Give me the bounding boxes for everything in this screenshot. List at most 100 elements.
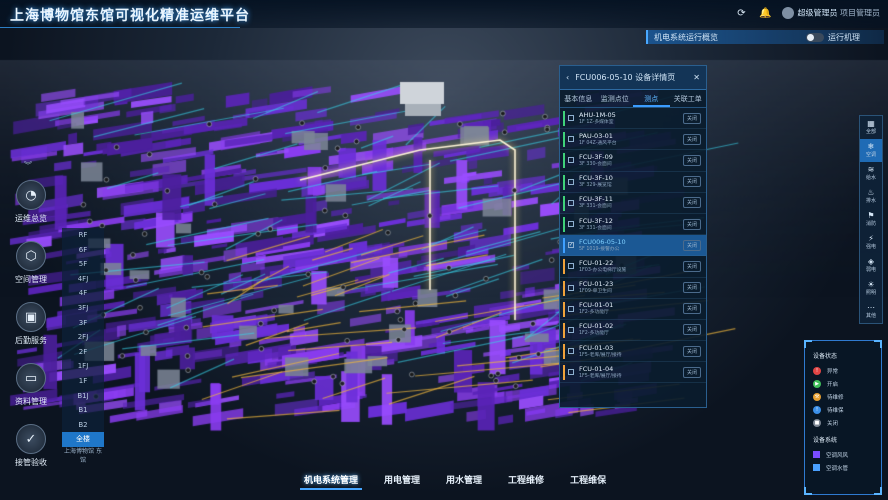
device-status-button[interactable]: 关闭 — [682, 345, 701, 357]
checkbox[interactable] — [568, 305, 574, 312]
floor-button[interactable]: 4FJ — [62, 272, 104, 287]
floor-button[interactable]: 5F — [62, 257, 104, 272]
nav-item-3[interactable]: ▣ 后勤服务 — [6, 302, 56, 346]
device-status-button[interactable]: 关闭 — [682, 260, 701, 272]
device-status-button[interactable]: 关闭 — [682, 112, 701, 124]
filter-label: 全部 — [865, 129, 876, 135]
avatar — [782, 7, 795, 19]
nav-item-1[interactable]: ◔ 运维总览 — [6, 180, 56, 224]
floor-button[interactable]: 1FJ — [62, 359, 104, 374]
floor-button[interactable]: 4F — [62, 286, 104, 301]
checkbox[interactable] — [568, 221, 574, 228]
bottom-tab-5[interactable]: 工程维保 — [566, 471, 610, 490]
bim-3d-view[interactable] — [0, 0, 888, 500]
device-status-button[interactable]: 关闭 — [682, 282, 701, 294]
device-row[interactable]: PAU-03-01 1F 04Z-通风平台 关闭 — [560, 129, 706, 151]
device-status-button[interactable]: 关闭 — [682, 176, 701, 188]
nav-item-4[interactable]: ▭ 资料管理 — [6, 363, 56, 407]
back-chevron-icon[interactable]: ‹ — [566, 73, 569, 82]
floor-button[interactable]: 6F — [62, 243, 104, 258]
filter-4[interactable]: ♨ 排水 — [860, 185, 882, 208]
device-status-button[interactable]: 关闭 — [682, 154, 701, 166]
collapse-chevron-icon[interactable]: ︾ — [24, 160, 32, 171]
device-row[interactable]: FCU-3F-09 3F 330-会面间 关闭 — [560, 150, 706, 172]
filter-6[interactable]: ⚡ 强电 — [860, 231, 882, 254]
floor-button[interactable]: 2F — [62, 345, 104, 360]
device-status-button[interactable]: 关闭 — [682, 239, 701, 251]
floor-button[interactable]: 3F — [62, 316, 104, 331]
tab-1[interactable]: 基本信息 — [560, 90, 597, 107]
refresh-icon[interactable]: ⟳ — [734, 6, 748, 20]
floor-button[interactable]: 2FJ — [62, 330, 104, 345]
device-status-button[interactable]: 关闭 — [682, 303, 701, 315]
tab-3[interactable]: 测点 — [633, 90, 670, 107]
device-row[interactable]: FCU-01-04 1F5-老库/展厅/接待 关闭 — [560, 362, 706, 384]
mechanism-toggle[interactable] — [806, 32, 824, 42]
nav-item-2[interactable]: ⬡ 空间管理 — [6, 241, 56, 285]
device-row[interactable]: FCU-3F-10 3F 329-展览馆 关闭 — [560, 172, 706, 193]
checkbox[interactable]: ✓ — [568, 242, 574, 249]
status-bar — [563, 344, 565, 360]
floor-button[interactable]: B1 — [62, 403, 104, 418]
checkbox[interactable] — [568, 348, 574, 355]
legend-status-list: ! 异常 ▶ 开启 ⚒ 待维修! 待维保 ■ 关闭 — [813, 364, 873, 429]
floor-button[interactable]: 3FJ — [62, 301, 104, 316]
device-row[interactable]: FCU-01-02 1F2-多功能厅 关闭 — [560, 320, 706, 342]
filter-9[interactable]: ⋯ 其他 — [860, 300, 882, 323]
device-row[interactable]: ✓ FCU006-05-10 5F 1019-接警办公 关闭 — [560, 235, 706, 257]
filter-7[interactable]: ◈ 弱电 — [860, 254, 882, 277]
device-row[interactable]: FCU-3F-11 3F 331-会面间 关闭 — [560, 193, 706, 214]
device-status-button[interactable]: 关闭 — [682, 133, 701, 145]
status-bar — [563, 111, 565, 126]
tab-4[interactable]: 关联工单 — [670, 90, 707, 107]
device-row[interactable]: FCU-3F-12 3F 331-会面间 关闭 — [560, 214, 706, 236]
checkbox[interactable] — [568, 199, 574, 206]
floor-button[interactable]: B2 — [62, 418, 104, 433]
device-row[interactable]: AHU-1M-05 1F 1Z-多媒体室 关闭 — [560, 108, 706, 130]
filter-5[interactable]: ⚑ 消防 — [860, 208, 882, 231]
bottom-tab-1[interactable]: 机电系统管理 — [300, 471, 363, 490]
device-row[interactable]: FCU-01-03 1F5-老库/展厅/接待 关闭 — [560, 341, 706, 363]
checkbox[interactable] — [568, 136, 574, 143]
legend-label: 关闭 — [827, 420, 839, 427]
status-bar — [563, 322, 565, 338]
legend-system-row: 空调水管 — [813, 461, 873, 474]
bell-icon[interactable]: 🔔 — [758, 6, 772, 20]
device-status-button[interactable]: 关闭 — [682, 197, 701, 209]
device-row[interactable]: FCU-01-22 1F03-办公电梯厅设施 关闭 — [560, 256, 706, 278]
device-status-button[interactable]: 关闭 — [682, 218, 701, 230]
device-name: FCU-01-01 — [579, 301, 614, 310]
user-menu[interactable]: 超级管理员 项目管理员 — [782, 7, 880, 19]
status-bar — [563, 259, 565, 275]
bottom-tab-3[interactable]: 用水管理 — [442, 471, 486, 490]
checkbox[interactable] — [568, 326, 574, 333]
floor-selector: RF 6F 5F 4FJ 4F 3FJ 3F 2FJ 2F 1FJ 1F B1J B1 B2 全楼 — [62, 228, 104, 447]
filter-1[interactable]: ▦ 全部 — [860, 116, 882, 139]
floor-button[interactable]: 1F — [62, 374, 104, 389]
device-status-button[interactable]: 关闭 — [682, 366, 701, 378]
bottom-tab-4[interactable]: 工程维修 — [504, 471, 548, 490]
floor-button[interactable]: B1J — [62, 389, 104, 404]
checkbox[interactable] — [568, 369, 574, 376]
checkbox[interactable] — [568, 115, 574, 122]
tab-2[interactable]: 监测点位 — [597, 90, 634, 107]
filter-2[interactable]: ❄ 空调 — [860, 139, 882, 162]
bottom-tab-2[interactable]: 用电管理 — [380, 471, 424, 490]
status-icon: ! — [813, 366, 821, 375]
filter-8[interactable]: ☀ 照明 — [860, 277, 882, 300]
filter-3[interactable]: ≋ 给水 — [860, 162, 882, 185]
nav-item-5[interactable]: ✓ 接管验收 — [6, 424, 56, 468]
device-row[interactable]: FCU-01-01 1F2-多功能厅 关闭 — [560, 299, 706, 320]
checkbox[interactable] — [568, 284, 574, 291]
floor-button[interactable]: 全楼 — [62, 432, 104, 447]
device-name: FCU-01-23 — [579, 280, 614, 289]
status-bar — [563, 301, 565, 317]
checkbox[interactable] — [568, 157, 574, 164]
device-status-button[interactable]: 关闭 — [682, 324, 701, 336]
checkbox[interactable] — [568, 178, 574, 185]
checkbox[interactable] — [568, 263, 574, 270]
device-row[interactable]: FCU-01-23 1F09-单卫生间 关闭 — [560, 278, 706, 299]
close-icon[interactable]: ✕ — [693, 73, 700, 82]
device-info: FCU-01-01 1F2-多功能厅 — [579, 301, 683, 316]
floor-button[interactable]: RF — [62, 228, 104, 243]
